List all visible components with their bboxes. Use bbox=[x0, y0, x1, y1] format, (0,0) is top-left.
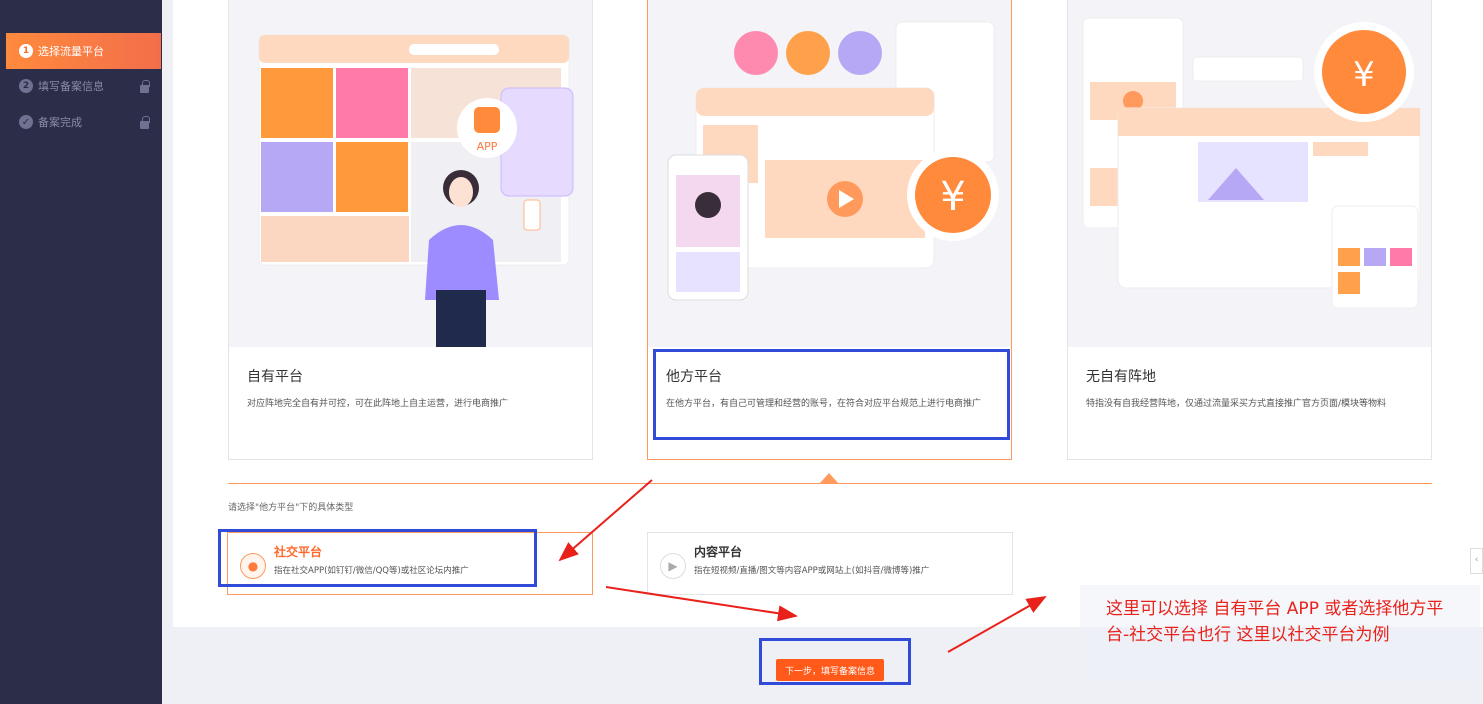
arrow-from-note bbox=[947, 596, 1047, 653]
annotation-note: 这里可以选择 自有平台 APP 或者选择他方平台-社交平台也行 这里以社交平台为… bbox=[1106, 599, 1444, 645]
arrow-to-social bbox=[558, 479, 653, 562]
arrow-to-next bbox=[605, 586, 798, 622]
